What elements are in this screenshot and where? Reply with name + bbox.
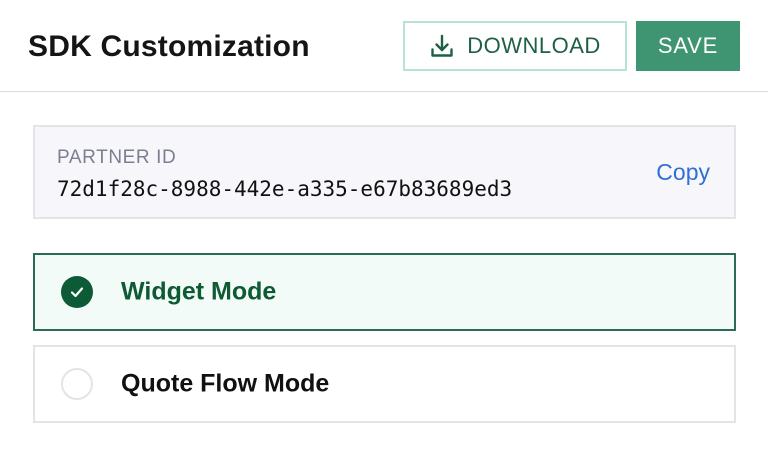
mode-option-label: Quote Flow Mode [121,369,330,398]
page-title: SDK Customization [28,30,310,63]
download-icon [429,33,455,59]
radio-unchecked-icon [61,368,93,400]
download-button[interactable]: DOWNLOAD [403,21,627,71]
copy-button[interactable]: Copy [656,159,710,186]
mode-option-quote-flow[interactable]: Quote Flow Mode [33,345,736,423]
save-button-label: SAVE [657,33,719,58]
mode-option-widget[interactable]: Widget Mode [33,253,736,331]
partner-id-label: PARTNER ID [57,147,177,168]
check-icon [61,276,93,308]
download-button-label: DOWNLOAD [467,33,601,58]
page-header: SDK Customization DOWNLOAD SAVE [0,0,768,92]
partner-id-card: PARTNER ID 72d1f28c-8988-442e-a335-e67b8… [33,125,736,219]
mode-option-label: Widget Mode [121,277,277,306]
save-button[interactable]: SAVE [636,21,740,71]
partner-id-value: 72d1f28c-8988-442e-a335-e67b83689ed3 [57,177,513,201]
